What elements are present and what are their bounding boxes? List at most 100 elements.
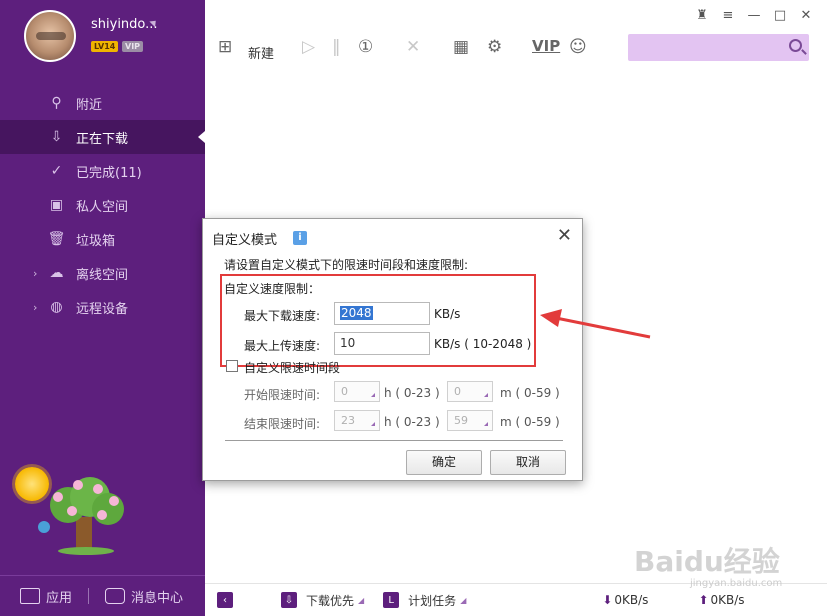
new-task-button[interactable]: 新建 bbox=[248, 43, 274, 62]
download-priority-button[interactable]: 下载优先 bbox=[306, 592, 354, 609]
menu-icon[interactable]: ≡ bbox=[721, 8, 735, 23]
priority-icon: ⇩ bbox=[281, 592, 297, 608]
dialog-hint: 请设置自定义模式下的限速时间段和速度限制: bbox=[224, 258, 469, 272]
end-time-label: 结束限速时间: bbox=[244, 417, 321, 431]
pause-icon[interactable]: ‖ bbox=[332, 37, 341, 57]
sidebar-item-offline-space[interactable]: › ☁ 离线空间 bbox=[0, 256, 205, 290]
max-upload-label: 最大上传速度: bbox=[244, 339, 321, 353]
delete-icon[interactable]: ✕ bbox=[406, 37, 420, 57]
username[interactable]: shiyindo... bbox=[91, 17, 158, 32]
custom-time-checkbox[interactable] bbox=[226, 360, 238, 372]
chevron-right-icon[interactable]: › bbox=[33, 301, 37, 314]
download-arrow-icon: ⇩ bbox=[50, 129, 63, 145]
annotation-arrow bbox=[540, 309, 651, 339]
sidebar-footer: 应用 消息中心 bbox=[0, 575, 205, 616]
info-icon[interactable]: i bbox=[293, 231, 307, 245]
upload-unit: KB/s ( 10-2048 ) bbox=[434, 337, 532, 351]
start-minute-spinner[interactable]: 0 bbox=[447, 381, 493, 402]
scheduled-tasks-button[interactable]: 计划任务 bbox=[408, 592, 456, 609]
download-unit: KB/s bbox=[434, 307, 461, 321]
tree-decoration bbox=[38, 477, 124, 555]
max-download-input[interactable]: 2048 bbox=[334, 302, 430, 325]
sidebar-item-label: 已完成(11) bbox=[76, 165, 142, 181]
end-minute-unit: m ( 0-59 ) bbox=[500, 415, 560, 429]
vip-badge[interactable]: VIP bbox=[122, 41, 144, 52]
download-speed: 0KB/s bbox=[614, 593, 649, 607]
sidebar-item-private-space[interactable]: ▣ 私人空间 bbox=[0, 188, 205, 222]
sidebar-item-nearby[interactable]: ⚲ 附近 bbox=[0, 86, 205, 120]
message-center-label: 消息中心 bbox=[131, 590, 184, 606]
close-icon[interactable]: ✕ bbox=[799, 8, 813, 23]
ok-button[interactable]: 确定 bbox=[406, 450, 482, 475]
apps-button[interactable]: 应用 bbox=[20, 587, 72, 606]
single-task-icon[interactable]: ① bbox=[358, 37, 373, 57]
sidebar: shiyindo... LV14 VIP ⚲ 附近 ⇩ 正在下载 ✓ 已完成(1… bbox=[0, 0, 205, 616]
custom-mode-dialog: 自定义模式 i ✕ 请设置自定义模式下的限速时间段和速度限制: 自定义速度限制：… bbox=[202, 218, 583, 481]
mascot-icon[interactable]: ☺ bbox=[569, 37, 587, 57]
watermark-url: jingyan.baidu.com bbox=[690, 578, 783, 589]
apps-icon bbox=[20, 588, 40, 604]
collapse-icon[interactable]: ‹ bbox=[217, 592, 233, 608]
lock-icon: ▣ bbox=[49, 197, 64, 213]
custom-time-label: 自定义限速时间段 bbox=[244, 361, 341, 375]
check-circle-icon: ✓ bbox=[50, 163, 63, 179]
sidebar-item-label: 垃圾箱 bbox=[76, 233, 116, 249]
close-icon[interactable]: ✕ bbox=[557, 225, 572, 246]
end-hour-spinner[interactable]: 23 bbox=[334, 410, 380, 431]
speed-limit-section-label: 自定义速度限制： bbox=[224, 282, 321, 296]
sidebar-item-label: 正在下载 bbox=[76, 131, 129, 147]
play-icon[interactable]: ▷ bbox=[302, 37, 315, 57]
skin-icon[interactable]: ♜ bbox=[695, 8, 709, 23]
qr-code-icon[interactable]: ▦ bbox=[453, 37, 469, 57]
cancel-button[interactable]: 取消 bbox=[490, 450, 566, 475]
dialog-title: 自定义模式 bbox=[212, 233, 278, 248]
sidebar-item-remote-devices[interactable]: › ◍ 远程设备 bbox=[0, 290, 205, 324]
search-box[interactable] bbox=[628, 34, 809, 61]
sidebar-item-label: 私人空间 bbox=[76, 199, 129, 215]
max-download-label: 最大下载速度: bbox=[244, 309, 321, 323]
sidebar-item-label: 远程设备 bbox=[76, 301, 129, 317]
level-badge: LV14 bbox=[91, 41, 119, 52]
sidebar-item-trash[interactable]: 🗑 垃圾箱 bbox=[0, 222, 205, 256]
speed-gear-icon[interactable]: ⚙ bbox=[487, 37, 502, 57]
start-hour-spinner[interactable]: 0 bbox=[334, 381, 380, 402]
schedule-icon: L bbox=[383, 592, 400, 608]
search-icon[interactable] bbox=[789, 39, 802, 52]
end-minute-spinner[interactable]: 59 bbox=[447, 410, 493, 431]
upload-speed: 0KB/s bbox=[710, 593, 745, 607]
schedule-caret-icon[interactable]: ◢ bbox=[460, 596, 466, 605]
toolbar: ♜ ≡ — □ ✕ ⊞ 新建 ▷ ‖ ① ✕ ▦ ⚙ VIP ☺ bbox=[205, 0, 827, 70]
end-hour-unit: h ( 0-23 ) bbox=[384, 415, 440, 429]
sidebar-nav: ⚲ 附近 ⇩ 正在下载 ✓ 已完成(11) ▣ 私人空间 🗑 垃圾箱 › ☁ 离… bbox=[0, 86, 205, 324]
max-download-value: 2048 bbox=[340, 306, 373, 320]
cloud-icon: ☁ bbox=[49, 265, 64, 281]
upload-speed-icon: ⬆ bbox=[698, 593, 709, 607]
priority-caret-icon[interactable]: ◢ bbox=[358, 596, 364, 605]
trash-icon: 🗑 bbox=[47, 231, 66, 247]
apps-label: 应用 bbox=[46, 590, 73, 606]
new-task-icon[interactable]: ⊞ bbox=[218, 37, 232, 57]
dialog-separator bbox=[225, 440, 563, 441]
maximize-icon[interactable]: □ bbox=[773, 8, 787, 23]
globe-icon: ◍ bbox=[50, 299, 63, 315]
start-time-label: 开始限速时间: bbox=[244, 388, 321, 402]
max-upload-value: 10 bbox=[340, 336, 356, 350]
footer-divider bbox=[88, 588, 90, 604]
max-upload-input[interactable]: 10 bbox=[334, 332, 430, 355]
chevron-right-icon[interactable]: › bbox=[33, 267, 37, 280]
start-minute-unit: m ( 0-59 ) bbox=[500, 386, 560, 400]
sidebar-item-label: 附近 bbox=[76, 97, 103, 113]
sidebar-item-completed[interactable]: ✓ 已完成(11) bbox=[0, 154, 205, 188]
download-speed-icon: ⬇ bbox=[602, 593, 613, 607]
sidebar-item-downloading[interactable]: ⇩ 正在下载 bbox=[0, 120, 205, 154]
message-icon bbox=[105, 588, 126, 604]
avatar[interactable] bbox=[24, 10, 76, 62]
watermark: Baidu经验 bbox=[634, 545, 780, 578]
sidebar-item-label: 离线空间 bbox=[76, 267, 129, 283]
vip-icon[interactable]: VIP bbox=[532, 37, 560, 55]
start-hour-unit: h ( 0-23 ) bbox=[384, 386, 440, 400]
message-center-button[interactable]: 消息中心 bbox=[105, 587, 183, 606]
window-controls: ♜ ≡ — □ ✕ bbox=[695, 8, 813, 23]
minimize-icon[interactable]: — bbox=[747, 8, 761, 23]
location-pin-icon: ⚲ bbox=[51, 95, 62, 111]
